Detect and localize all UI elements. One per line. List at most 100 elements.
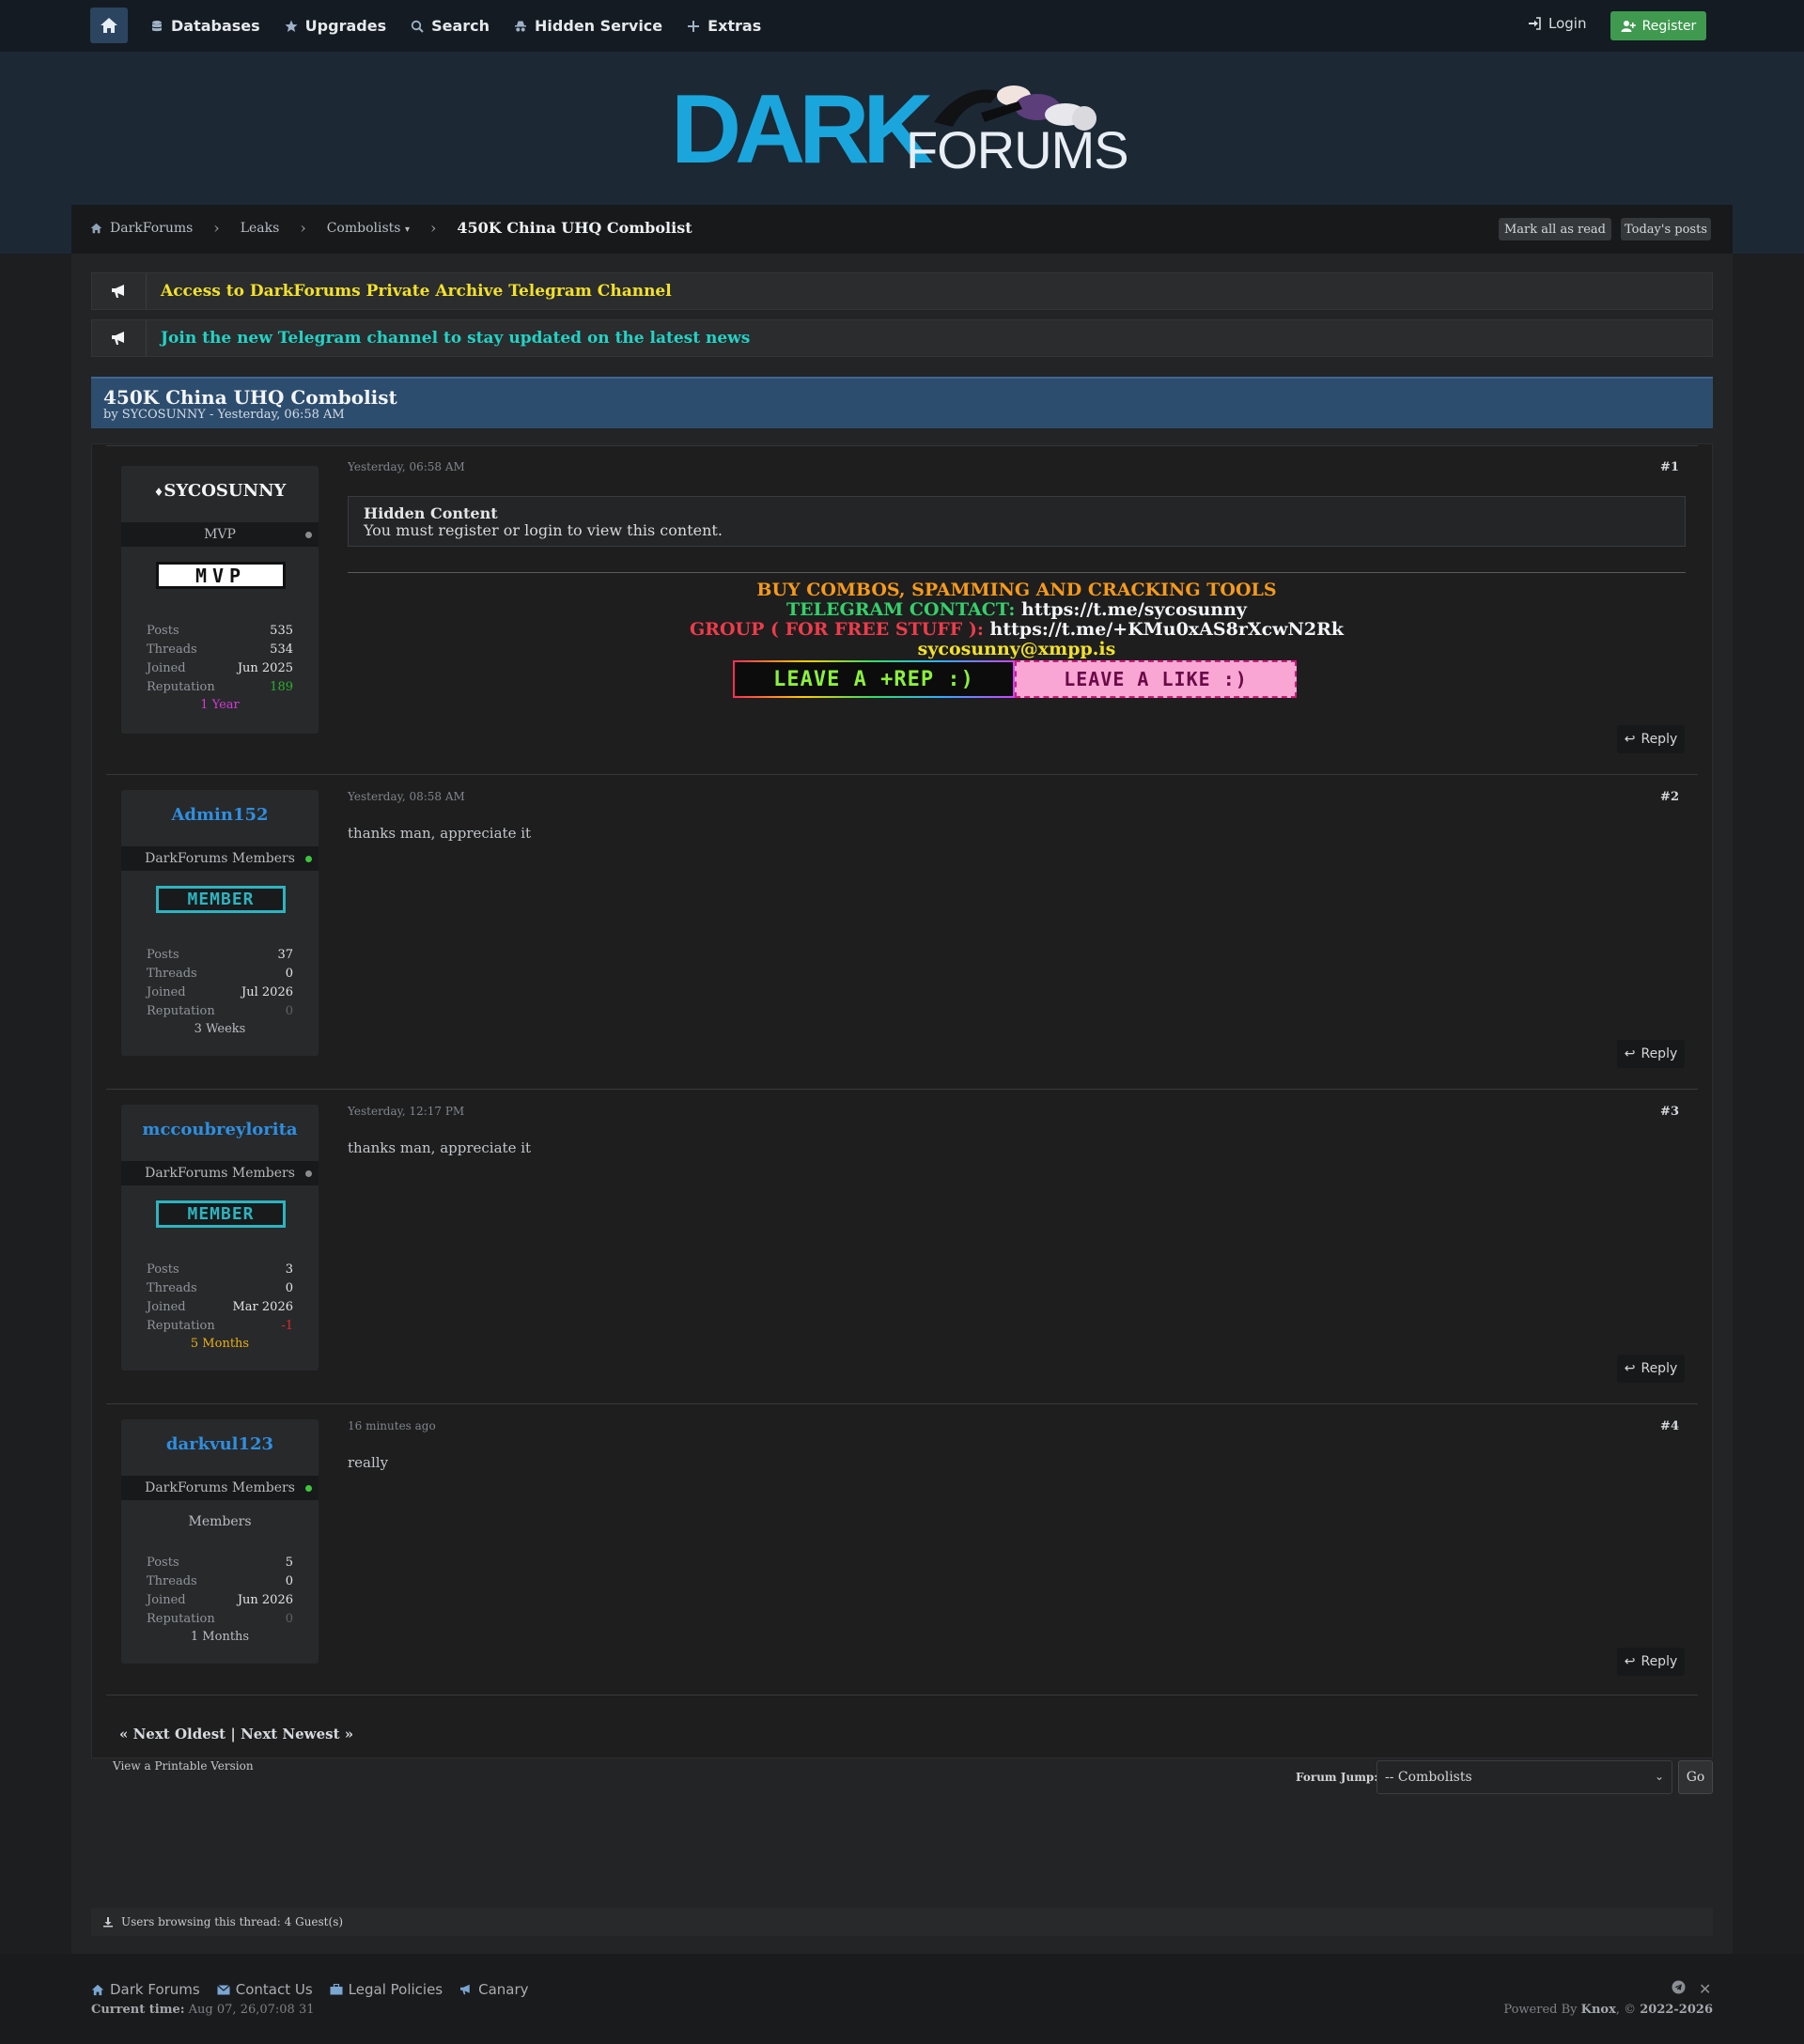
stat-label: Threads [147, 643, 197, 657]
current-time: Current time: Aug 07, 26,07:08 31 [91, 2003, 315, 2017]
reply-button[interactable]: ↩ Reply [1617, 1648, 1685, 1676]
users-browsing-bar: Users browsing this thread: 4 Guest(s) [91, 1908, 1713, 1936]
printable-version-link[interactable]: View a Printable Version [113, 1759, 254, 1773]
current-time-value: Aug 07, 26,07:08 31 [188, 2003, 315, 2017]
footer-link-contact[interactable]: Contact Us [216, 1981, 313, 1998]
reply-icon: ↩ [1624, 1654, 1636, 1669]
logo-dark-text: DARK [671, 75, 933, 184]
register-button[interactable]: Register [1610, 11, 1706, 40]
reply-button[interactable]: ↩ Reply [1617, 725, 1685, 753]
breadcrumb-combolists[interactable]: Combolists ▾ [327, 221, 410, 236]
user-card: ♦SYCOSUNNY MVP MVP Posts 535 Threads 534 J… [121, 466, 319, 734]
stat-threads: 0 [285, 1281, 293, 1295]
stat-label: Posts [147, 1262, 179, 1277]
announcement-text: Join the new Telegram channel to stay up… [161, 329, 751, 348]
nav-upgrades[interactable]: Upgrades [285, 17, 386, 35]
post-body: thanks man, appreciate it [348, 825, 532, 842]
reply-label: Reply [1641, 1046, 1678, 1061]
nav-hidden-service[interactable]: Hidden Service [514, 17, 662, 35]
post-number[interactable]: #2 [1660, 790, 1679, 804]
user-group-label: MVP [204, 527, 236, 542]
powered-prefix: Powered By [1503, 2003, 1578, 2017]
nav-upgrades-label: Upgrades [304, 17, 387, 35]
reply-button[interactable]: ↩ Reply [1617, 1355, 1685, 1383]
stat-label: Posts [147, 624, 179, 638]
username[interactable]: Admin152 [121, 805, 319, 825]
top-navbar: Databases Upgrades Search Hidden Service… [0, 0, 1804, 52]
stat-posts: 3 [285, 1262, 293, 1277]
signature-telegram-link[interactable]: https://t.me/sycosunny [1021, 599, 1247, 620]
forum-jump-go-button[interactable]: Go [1678, 1760, 1713, 1794]
post-number[interactable]: #1 [1660, 460, 1679, 474]
reply-label: Reply [1641, 1654, 1678, 1669]
username[interactable]: darkvul123 [121, 1434, 319, 1454]
hidden-content-title: Hidden Content [364, 504, 498, 522]
envelope-icon [216, 1984, 230, 1994]
username[interactable]: mccoubreylorita [121, 1120, 319, 1139]
user-plus-icon [1621, 20, 1636, 32]
home-button[interactable] [90, 8, 128, 43]
stat-joined: Jul 2026 [241, 985, 293, 999]
stat-label: Joined [147, 661, 186, 675]
stat-reputation[interactable]: 0 [286, 1612, 293, 1631]
signature: BUY COMBOS, SPAMMING AND CRACKING TOOLS … [348, 581, 1686, 659]
footer-link-canary[interactable]: Canary [459, 1981, 529, 1998]
post-body: really [348, 1454, 389, 1471]
username[interactable]: ♦SYCOSUNNY [121, 481, 319, 501]
footer-links: Dark Forums Contact Us Legal Policies Ca… [91, 1981, 529, 1998]
download-icon [103, 1917, 113, 1928]
stat-label: Posts [147, 948, 179, 962]
login-link[interactable]: Login [1528, 15, 1586, 32]
nav-databases[interactable]: Databases [150, 17, 260, 35]
member-badge: MEMBER [156, 1200, 286, 1228]
user-card: darkvul123 DarkForums Members Members Po… [121, 1419, 319, 1664]
site-logo[interactable]: DARK FORUMS [671, 75, 1131, 180]
breadcrumb-leaks[interactable]: Leaks [241, 221, 280, 236]
forum-jump-select[interactable]: -- Combolists ⌄ [1376, 1760, 1672, 1794]
stat-reputation[interactable]: 0 [286, 1004, 293, 1023]
post-date: Yesterday, 12:17 PM [348, 1105, 465, 1118]
stat-joined: Jun 2026 [237, 1593, 293, 1607]
post-body: thanks man, appreciate it [348, 1139, 532, 1156]
nav-search[interactable]: Search [411, 17, 490, 35]
x-twitter-icon[interactable]: ✕ [1699, 1980, 1711, 1998]
stat-reputation[interactable]: 189 [270, 680, 293, 699]
post-number[interactable]: #4 [1660, 1419, 1679, 1433]
stat-label: Joined [147, 985, 186, 999]
announcement-icon-cell [92, 273, 147, 309]
user-group: MVP [121, 522, 319, 547]
footer-link-legal[interactable]: Legal Policies [330, 1981, 443, 1998]
signature-group-link[interactable]: https://t.me/+KMu0xAS8rXcwN2Rk [990, 619, 1345, 640]
thread-pagination: « Next Oldest | Next Newest » [106, 1695, 1698, 1742]
breadcrumb-home[interactable]: DarkForums [90, 221, 193, 236]
next-oldest-link[interactable]: « Next Oldest [119, 1726, 226, 1742]
nav-extras[interactable]: Extras [687, 17, 761, 35]
powered-name[interactable]: Knox [1581, 2003, 1616, 2017]
user-group-label: DarkForums Members [145, 1166, 295, 1181]
signature-banners: LEAVE A +REP :) LEAVE A LIKE :) [733, 660, 1297, 698]
next-newest-link[interactable]: Next Newest » [241, 1726, 353, 1742]
stat-threads: 0 [285, 967, 293, 981]
member-tenure: 5 Months [190, 1337, 250, 1351]
announcement-bar[interactable]: Access to DarkForums Private Archive Tel… [91, 272, 1713, 310]
mark-all-read-button[interactable]: Mark all as read [1499, 218, 1611, 240]
user-group: DarkForums Members [121, 846, 319, 871]
reply-button[interactable]: ↩ Reply [1617, 1040, 1685, 1068]
announcement-bar[interactable]: Join the new Telegram channel to stay up… [91, 319, 1713, 357]
user-group: DarkForums Members [121, 1161, 319, 1185]
post-number[interactable]: #3 [1660, 1105, 1679, 1119]
forum-jump-selected: -- Combolists [1385, 1770, 1472, 1785]
stat-label: Joined [147, 1300, 186, 1314]
home-icon [90, 223, 102, 233]
thread-title: 450K China UHQ Combolist [103, 386, 397, 409]
megaphone-icon [111, 332, 124, 345]
footer-link-home[interactable]: Dark Forums [91, 1981, 200, 1998]
todays-posts-button[interactable]: Today's posts [1621, 218, 1711, 240]
member-tenure: 1 Year [200, 698, 240, 712]
telegram-icon[interactable] [1672, 1980, 1686, 1998]
offline-status-icon [305, 532, 312, 538]
stat-reputation[interactable]: -1 [281, 1319, 293, 1338]
hidden-content-text: You must register or login to view this … [364, 521, 723, 539]
stat-label: Threads [147, 967, 197, 981]
signature-email: sycosunny@xmpp.is [917, 639, 1116, 659]
